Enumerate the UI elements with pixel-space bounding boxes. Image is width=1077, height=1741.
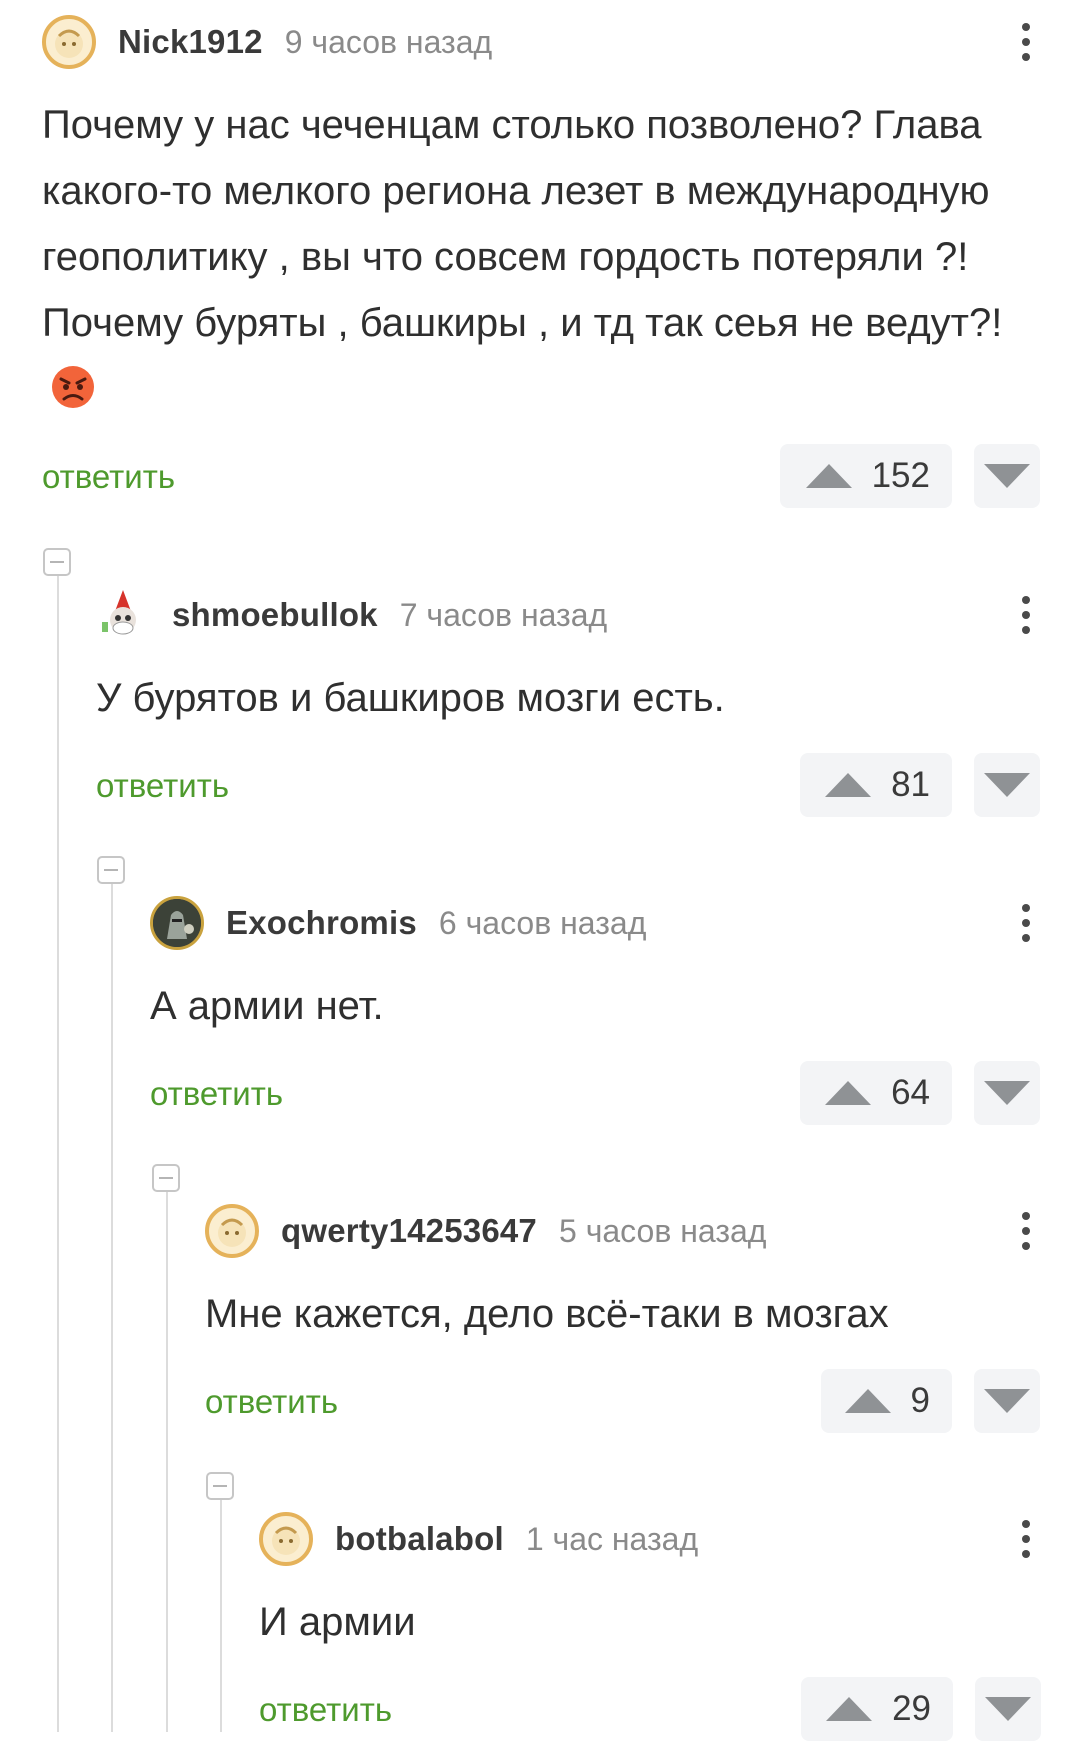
comment-text: Почему у нас чеченцам столько позволено?…	[42, 92, 1032, 422]
vote-score: 9	[910, 1381, 930, 1420]
upvote-icon[interactable]	[826, 1697, 873, 1721]
username[interactable]: botbalabol	[335, 1520, 504, 1558]
more-options-icon[interactable]	[1006, 893, 1046, 953]
minus-icon	[159, 1177, 173, 1179]
comment-header: shmoebullok 7 часов назад	[96, 585, 607, 645]
comment-text: И армии	[259, 1600, 416, 1644]
vote-score: 152	[871, 456, 930, 495]
comment-header: qwerty14253647 5 часов назад	[205, 1201, 766, 1261]
downvote-icon	[984, 773, 1030, 797]
vote-score: 64	[891, 1073, 930, 1112]
reply-link[interactable]: ответить	[42, 458, 175, 496]
downvote-button[interactable]	[974, 1369, 1040, 1433]
default-avatar-icon	[272, 1526, 300, 1555]
thread-line	[166, 1192, 168, 1732]
upvote-box: 152	[780, 444, 952, 508]
minus-icon	[104, 869, 118, 871]
upvote-icon[interactable]	[844, 1389, 891, 1413]
vote-score: 81	[891, 765, 930, 804]
username[interactable]: Exochromis	[226, 904, 417, 942]
timestamp: 5 часов назад	[559, 1212, 767, 1249]
default-avatar-icon	[55, 29, 83, 58]
upvote-icon[interactable]	[825, 773, 872, 797]
minus-icon	[50, 561, 64, 563]
thread-line	[220, 1500, 222, 1732]
comment-text: У бурятов и башкиров мозги есть.	[96, 676, 725, 720]
collapse-toggle[interactable]	[152, 1164, 180, 1192]
collapse-toggle[interactable]	[206, 1472, 234, 1500]
upvote-box: 81	[800, 753, 952, 817]
comment-header: Exochromis 6 часов назад	[150, 893, 646, 953]
avatar[interactable]	[259, 1512, 313, 1566]
comment-text: Мне кажется, дело всё-таки в мозгах	[205, 1292, 889, 1336]
reply-link[interactable]: ответить	[96, 767, 229, 805]
downvote-button[interactable]	[974, 444, 1040, 508]
comment-text: А армии нет.	[150, 984, 384, 1028]
gnome-avatar-icon	[102, 590, 136, 635]
username[interactable]: Nick1912	[118, 23, 263, 61]
downvote-icon	[984, 464, 1030, 488]
downvote-icon	[984, 1389, 1030, 1413]
timestamp: 7 часов назад	[399, 596, 608, 633]
reply-link[interactable]: ответить	[259, 1691, 392, 1729]
downvote-button[interactable]	[975, 1677, 1041, 1741]
vote-score: 29	[892, 1689, 931, 1728]
more-options-icon[interactable]	[1006, 585, 1046, 645]
upvote-icon[interactable]	[805, 464, 852, 488]
downvote-icon	[984, 1081, 1030, 1105]
upvote-box: 29	[801, 1677, 953, 1741]
timestamp: 9 часов назад	[284, 23, 493, 60]
reply-link[interactable]: ответить	[150, 1075, 283, 1113]
thread-line	[57, 576, 59, 1732]
knight-avatar-icon	[153, 899, 201, 947]
timestamp: 1 час назад	[525, 1520, 699, 1557]
comment-text-content: Почему у нас чеченцам столько позволено?…	[42, 103, 1003, 345]
thread-line	[111, 884, 113, 1732]
avatar[interactable]	[205, 1204, 259, 1258]
default-avatar-icon	[218, 1218, 246, 1247]
timestamp: 6 часов назад	[438, 904, 647, 941]
upvote-box: 9	[821, 1369, 952, 1433]
comment-header: botbalabol 1 час назад	[259, 1509, 698, 1569]
minus-icon	[213, 1485, 227, 1487]
angry-face-icon	[52, 366, 94, 408]
more-options-icon[interactable]	[1006, 1509, 1046, 1569]
username[interactable]: shmoebullok	[172, 596, 378, 634]
comment-header: Nick1912 9 часов назад	[42, 12, 492, 72]
username[interactable]: qwerty14253647	[281, 1212, 537, 1250]
avatar[interactable]	[96, 588, 150, 642]
downvote-button[interactable]	[974, 753, 1040, 817]
collapse-toggle[interactable]	[43, 548, 71, 576]
downvote-icon	[985, 1697, 1031, 1721]
upvote-box: 64	[800, 1061, 952, 1125]
reply-link[interactable]: ответить	[205, 1383, 338, 1421]
collapse-toggle[interactable]	[97, 856, 125, 884]
downvote-button[interactable]	[974, 1061, 1040, 1125]
avatar[interactable]	[150, 896, 204, 950]
more-options-icon[interactable]	[1006, 1201, 1046, 1261]
upvote-icon[interactable]	[825, 1081, 872, 1105]
more-options-icon[interactable]	[1006, 12, 1046, 72]
avatar[interactable]	[42, 15, 96, 69]
